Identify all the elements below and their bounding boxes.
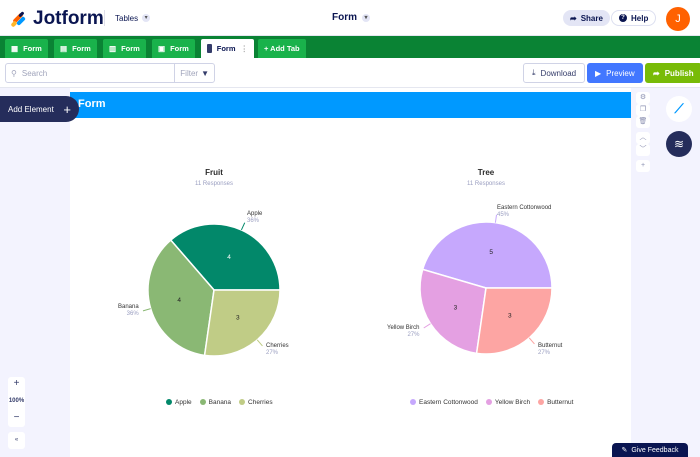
slice-label-cherries: Cherries 27% [266,343,289,356]
tables-dropdown[interactable]: Tables ▾ [104,10,151,26]
tab-form-4[interactable]: ▣ Form [152,39,195,58]
slice-label-butternut: Butternut 27% [538,343,563,356]
share-label: Share [580,13,603,23]
duplicate-icon[interactable]: ❐ [636,104,650,116]
tables-label: Tables [115,13,139,23]
chevron-down-icon: ▾ [362,13,370,22]
jotform-logo-icon [11,11,26,27]
legend-item[interactable]: Yellow Birch [485,399,530,406]
chart-title: Fruit [205,168,223,177]
chart-icon [207,44,212,53]
feedback-label: Give Feedback [631,446,679,454]
preview-icon: ▶ [595,68,602,78]
add-tab-button[interactable]: + Add Tab [258,39,306,58]
publish-icon: ➦ [653,68,660,78]
search-input[interactable]: Search [22,69,47,78]
upload-icon: ▣ [158,44,166,53]
plus-icon: + [63,101,71,117]
add-element-button[interactable]: Add Element + [0,96,79,122]
calendar-icon: ▤ [60,44,68,53]
download-button[interactable]: ⤓ Download [523,63,586,83]
download-icon: ⤓ [532,68,536,77]
give-feedback-button[interactable]: ✎ Give Feedback [612,443,688,457]
download-label: Download [540,68,577,78]
move-up-icon[interactable]: ︿ [636,132,650,144]
help-icon: ? [619,14,627,22]
preview-label: Preview [606,68,635,78]
avatar[interactable]: J [666,7,690,31]
brand-name: Jotform [33,8,104,29]
form-title-dropdown[interactable]: Form ▾ [332,12,370,23]
legend-item[interactable]: Eastern Cottonwood [410,399,478,406]
chart-subtitle: 11 Responses [195,181,233,187]
zoom-controls: + 100% − [8,377,25,427]
help-label: Help [631,13,649,23]
slice-label-eastern-cottonwood: Eastern Cottonwood 45% [497,205,552,218]
more-icon[interactable]: ⋮ [241,44,249,53]
feedback-icon: ✎ [621,447,628,454]
tab-form-2[interactable]: ▤ Form [54,39,97,58]
search-box[interactable]: ⚲ Search Filter ▼ [5,63,215,83]
slice-label-yellow-birch: Yellow Birch 27% [387,325,420,338]
tab-label: Form [23,44,42,53]
columns-icon: ▥ [109,44,117,53]
legend-item[interactable]: Cherries [239,399,273,406]
legend-item[interactable]: Banana [199,399,231,406]
form-header: Form [70,92,631,118]
chevron-down-icon: ▾ [142,14,151,22]
preview-button[interactable]: ▶ Preview [587,63,643,83]
layers-icon[interactable]: ≋ [666,131,692,157]
chart-legend: Eastern Cottonwood Yellow Birch Butternu… [410,399,573,406]
add-element-label: Add Element [8,104,54,114]
share-button[interactable]: ➦ Share [563,10,610,26]
filter-label: Filter [180,68,199,78]
tab-label: Form [170,44,189,53]
move-down-icon[interactable]: ﹀ [636,144,650,156]
publish-label: Publish [664,68,694,78]
paint-roller-icon[interactable]: ⟋ [666,96,692,122]
slice-label-apple: Apple 36% [247,211,263,224]
grid-icon: ▦ [11,44,19,53]
chart-title: Tree [477,168,495,177]
share-icon: ➦ [570,13,577,23]
tab-label: Form [121,44,140,53]
chart-legend: Apple Banana Cherries [166,399,273,406]
collapse-icon[interactable]: « [8,432,25,449]
settings-icon[interactable]: ⚙ [636,92,650,104]
slice-label-banana: Banana 36% [118,304,139,317]
tab-label: Form [216,44,236,53]
zoom-in-icon[interactable]: + [8,377,25,391]
legend-item[interactable]: Butternut [538,399,573,406]
chart-subtitle: 11 Responses [467,181,505,187]
legend-item[interactable]: Apple [166,399,192,406]
filter-icon: ▼ [201,68,209,78]
tab-form-1[interactable]: ▦ Form [5,39,48,58]
tab-form-5[interactable]: Form ⋮ [201,39,254,58]
add-icon[interactable]: + [636,160,650,172]
element-tools: ⚙ ❐ 🗑 ︿ ﹀ + [636,92,650,172]
search-icon: ⚲ [11,68,17,78]
trash-icon[interactable]: 🗑 [636,116,650,128]
form-title: Form [332,12,357,23]
zoom-level: 100% [8,398,25,404]
publish-button[interactable]: ➦ Publish [645,63,700,83]
help-button[interactable]: ? Help [611,10,657,26]
jotform-logo[interactable]: Jotform [10,8,104,30]
zoom-out-icon[interactable]: − [8,411,25,425]
filter-button[interactable]: Filter ▼ [175,69,214,78]
tab-label: Form [72,44,91,53]
tab-form-3[interactable]: ▥ Form [103,39,146,58]
